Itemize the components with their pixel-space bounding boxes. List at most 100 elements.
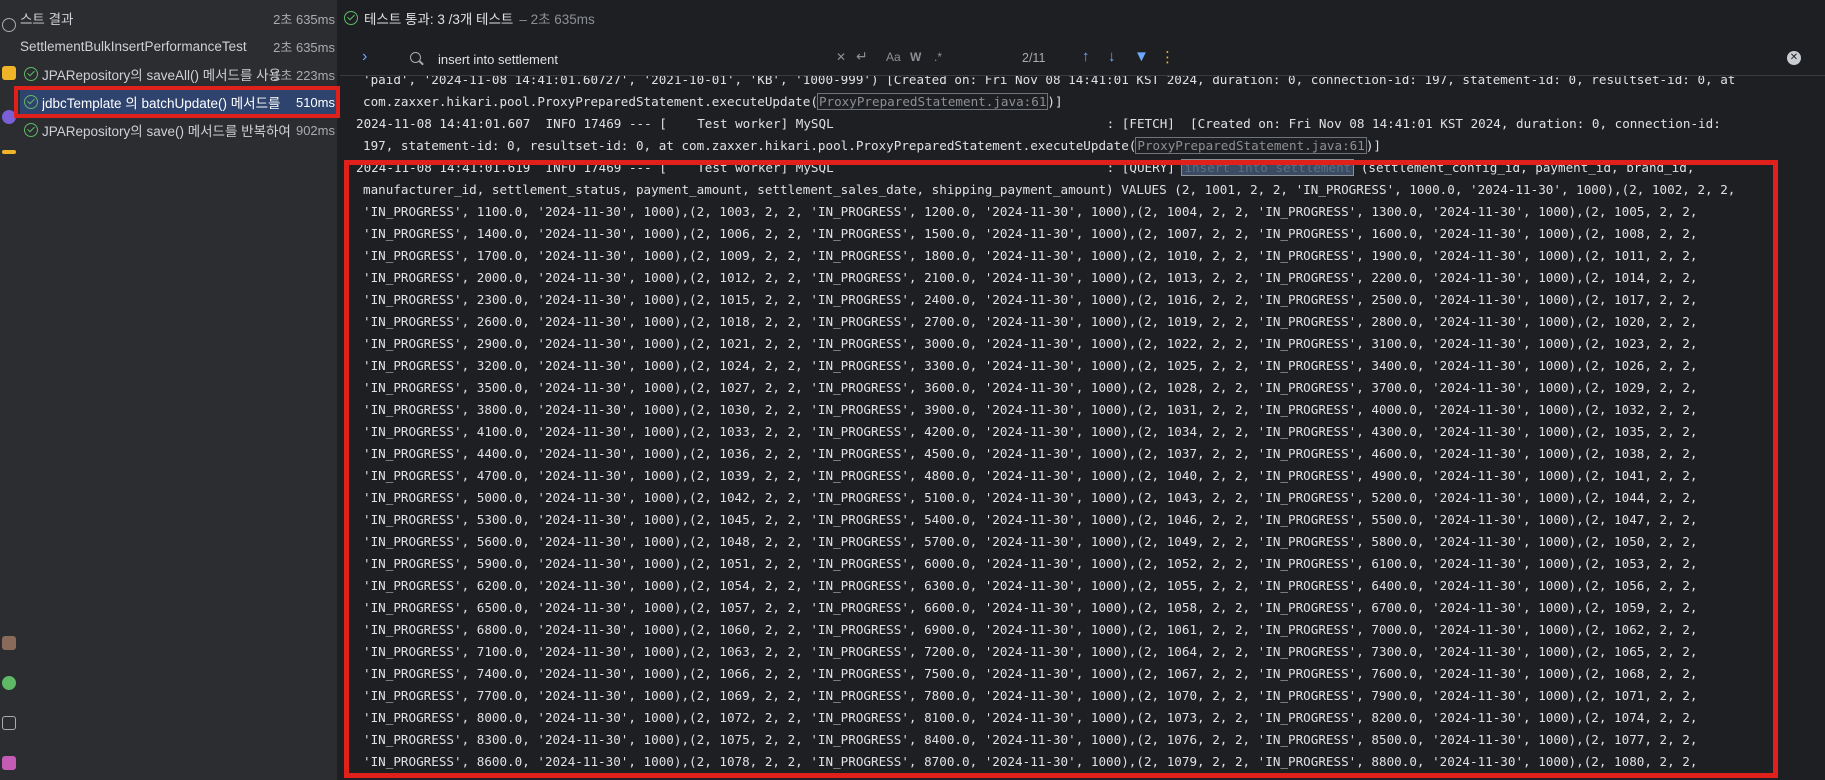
console-line-text: 'IN_PROGRESS', 1400.0, '2024-11-30', 100… <box>363 226 1698 241</box>
console-line-text: 'IN_PROGRESS', 5600.0, '2024-11-30', 100… <box>363 534 1698 549</box>
console-line-text: )] <box>1047 94 1063 109</box>
console-line: 'IN_PROGRESS', 8300.0, '2024-11-30', 100… <box>363 729 1823 751</box>
test-class-row[interactable]: SettlementBulkInsertPerformanceTest 2초 6… <box>20 33 338 59</box>
console-line: 'IN_PROGRESS', 3500.0, '2024-11-30', 100… <box>363 377 1823 399</box>
console-line-text: 'IN_PROGRESS', 7700.0, '2024-11-30', 100… <box>363 688 1698 703</box>
console-line: 'IN_PROGRESS', 5600.0, '2024-11-30', 100… <box>363 531 1823 553</box>
console-line-text: 'IN_PROGRESS', 6500.0, '2024-11-30', 100… <box>363 600 1698 615</box>
console-line: 197, statement-id: 0, resultset-id: 0, a… <box>363 135 1823 157</box>
console-line-text: 'IN_PROGRESS', 6200.0, '2024-11-30', 100… <box>363 578 1698 593</box>
console-line: 'paid', '2024-11-08 14:41:01.60727', '20… <box>363 76 1823 91</box>
next-match-icon[interactable]: ↓ <box>1108 48 1116 65</box>
console-line: 'IN_PROGRESS', 6200.0, '2024-11-30', 100… <box>363 575 1823 597</box>
console-line: 'IN_PROGRESS', 2600.0, '2024-11-30', 100… <box>363 311 1823 333</box>
match-case-button[interactable]: Aa <box>886 50 901 64</box>
search-match-count: 2/11 <box>1022 51 1046 65</box>
console-line: 'IN_PROGRESS', 8600.0, '2024-11-30', 100… <box>363 751 1823 773</box>
console-line-text: (settlement_config_id, payment_id, brand… <box>1353 160 1695 175</box>
console-line: 'IN_PROGRESS', 6800.0, '2024-11-30', 100… <box>363 619 1823 641</box>
console-line: 'IN_PROGRESS', 2000.0, '2024-11-30', 100… <box>363 267 1823 289</box>
console-line-text: 'IN_PROGRESS', 2000.0, '2024-11-30', 100… <box>363 270 1698 285</box>
console-line-text: 'IN_PROGRESS', 3200.0, '2024-11-30', 100… <box>363 358 1698 373</box>
console-line-text: 'IN_PROGRESS', 1700.0, '2024-11-30', 100… <box>363 248 1698 263</box>
new-line-icon[interactable]: ↵ <box>856 48 868 65</box>
search-match-highlight: insert into settlement <box>1181 159 1355 176</box>
console-line-text: 'IN_PROGRESS', 8300.0, '2024-11-30', 100… <box>363 732 1698 747</box>
layout-tool-icon[interactable] <box>2 66 16 80</box>
run-tool-icon[interactable] <box>2 18 16 32</box>
regex-button[interactable]: .* <box>934 50 942 64</box>
test-status-bar: 테스트 통과: 3 /3개 테스트 – 2초 635ms <box>340 0 1825 36</box>
problems-tool-icon[interactable] <box>2 716 16 730</box>
console-line: 'IN_PROGRESS', 5000.0, '2024-11-30', 100… <box>363 487 1823 509</box>
console-line: 'IN_PROGRESS', 3200.0, '2024-11-30', 100… <box>363 355 1823 377</box>
console-line: 'IN_PROGRESS', 3800.0, '2024-11-30', 100… <box>363 399 1823 421</box>
test-row-save[interactable]: JPARepository의 save() 메서드를 반복하여 902ms <box>20 117 338 143</box>
console-line: 'IN_PROGRESS', 7100.0, '2024-11-30', 100… <box>363 641 1823 663</box>
test-class-time: 2초 635ms <box>273 39 335 55</box>
passed-check-icon <box>24 123 38 137</box>
console-line: 'IN_PROGRESS', 5300.0, '2024-11-30', 100… <box>363 509 1823 531</box>
console-line-text: 'IN_PROGRESS', 5900.0, '2024-11-30', 100… <box>363 556 1698 571</box>
console-line-text: 'IN_PROGRESS', 7100.0, '2024-11-30', 100… <box>363 644 1698 659</box>
console-line-text: 'IN_PROGRESS', 4400.0, '2024-11-30', 100… <box>363 446 1698 461</box>
console-line: 2024-11-08 14:41:01.619 INFO 17469 --- [… <box>356 157 1816 179</box>
console-line: 'IN_PROGRESS', 2900.0, '2024-11-30', 100… <box>363 333 1823 355</box>
passed-check-icon <box>344 11 358 25</box>
console-line-text: 'paid', '2024-11-08 14:41:01.60727', '20… <box>363 76 1736 87</box>
console-line-text: )] <box>1365 138 1382 153</box>
console-line: 'IN_PROGRESS', 6500.0, '2024-11-30', 100… <box>363 597 1823 619</box>
console-line: 'IN_PROGRESS', 1100.0, '2024-11-30', 100… <box>363 201 1823 223</box>
source-link[interactable]: ProxyPreparedStatement.java:61 <box>1135 137 1367 154</box>
more-tools-icon[interactable] <box>2 150 16 154</box>
console-line-text: manufacturer_id, settlement_status, paym… <box>363 182 1736 197</box>
console-line: 'IN_PROGRESS', 2300.0, '2024-11-30', 100… <box>363 289 1823 311</box>
console-line-text: 'IN_PROGRESS', 7400.0, '2024-11-30', 100… <box>363 666 1698 681</box>
more-options-icon[interactable]: ⋮ <box>1160 48 1175 66</box>
passed-check-icon <box>24 67 38 81</box>
test-time: 902ms <box>295 122 335 138</box>
console-line: 'IN_PROGRESS', 7700.0, '2024-11-30', 100… <box>363 685 1823 707</box>
tree-header-label: 스트 결과 <box>20 12 74 27</box>
expand-chevron-icon[interactable]: › <box>362 48 367 66</box>
selected-test-highlight-box <box>14 86 340 118</box>
console-line: 'IN_PROGRESS', 1400.0, '2024-11-30', 100… <box>363 223 1823 245</box>
console-line: 'IN_PROGRESS', 8000.0, '2024-11-30', 100… <box>363 707 1823 729</box>
console-line-text: com.zaxxer.hikari.pool.ProxyPreparedStat… <box>363 94 818 109</box>
console-line-text: 2024-11-08 14:41:01.607 INFO 17469 --- [… <box>356 116 1721 131</box>
services-tool-icon[interactable] <box>2 636 16 650</box>
console-line-text: 'IN_PROGRESS', 3500.0, '2024-11-30', 100… <box>363 380 1698 395</box>
console-output[interactable]: 'paid', '2024-11-08 14:41:01.60727', '20… <box>340 76 1825 780</box>
console-line-text: 'IN_PROGRESS', 5300.0, '2024-11-30', 100… <box>363 512 1698 527</box>
console-line: 'IN_PROGRESS', 1700.0, '2024-11-30', 100… <box>363 245 1823 267</box>
console-search-bar: › ✕ ↵ Aa W .* 2/11 ↑ ↓ ▼ ⋮ ✕ <box>340 42 1825 76</box>
close-search-icon[interactable]: ✕ <box>1787 51 1801 65</box>
terminal-tool-icon[interactable] <box>2 756 16 770</box>
console-line-text: 'IN_PROGRESS', 8000.0, '2024-11-30', 100… <box>363 710 1698 725</box>
console-line-text: 'IN_PROGRESS', 6800.0, '2024-11-30', 100… <box>363 622 1698 637</box>
source-link[interactable]: ProxyPreparedStatement.java:61 <box>816 93 1049 110</box>
console-line-text: 'IN_PROGRESS', 4100.0, '2024-11-30', 100… <box>363 424 1698 439</box>
search-input[interactable] <box>438 49 818 69</box>
console-line-text: 'IN_PROGRESS', 2900.0, '2024-11-30', 100… <box>363 336 1698 351</box>
console-line-text: 'IN_PROGRESS', 5000.0, '2024-11-30', 100… <box>363 490 1698 505</box>
console-line-text: 'IN_PROGRESS', 2300.0, '2024-11-30', 100… <box>363 292 1698 307</box>
test-row-saveall[interactable]: JPARepository의 saveAll() 메서드를 사용 1초 223m… <box>20 61 338 87</box>
console-line-text: 197, statement-id: 0, resultset-id: 0, a… <box>363 138 1137 153</box>
settings-tool-icon[interactable] <box>2 676 16 690</box>
whole-words-button[interactable]: W <box>910 50 921 64</box>
console-line-text: 2024-11-08 14:41:01.619 INFO 17469 --- [… <box>356 160 1183 175</box>
console-line: com.zaxxer.hikari.pool.ProxyPreparedStat… <box>363 91 1823 113</box>
console-line-text: 'IN_PROGRESS', 2600.0, '2024-11-30', 100… <box>363 314 1698 329</box>
test-class-label: SettlementBulkInsertPerformanceTest <box>20 38 247 54</box>
console-line: 2024-11-08 14:41:01.607 INFO 17469 --- [… <box>356 113 1816 135</box>
console-line: manufacturer_id, settlement_status, paym… <box>363 179 1823 201</box>
search-icon <box>410 52 421 63</box>
tree-header-time: 2초 635ms <box>273 11 335 27</box>
console-line-text: 'IN_PROGRESS', 3800.0, '2024-11-30', 100… <box>363 402 1698 417</box>
clear-search-icon[interactable]: ✕ <box>836 50 846 64</box>
previous-match-icon[interactable]: ↑ <box>1082 48 1090 65</box>
test-label: JPARepository의 save() 메서드를 반복하여 <box>42 124 291 139</box>
filter-icon[interactable]: ▼ <box>1134 48 1149 65</box>
console-line-text: 'IN_PROGRESS', 8600.0, '2024-11-30', 100… <box>363 754 1698 769</box>
